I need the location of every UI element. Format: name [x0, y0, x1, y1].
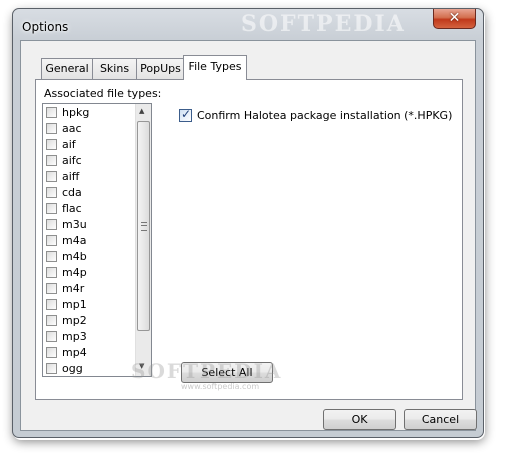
- list-item[interactable]: aac: [45, 121, 135, 137]
- file-type-checkbox[interactable]: [46, 251, 57, 262]
- tab-label: Skins: [99, 62, 130, 75]
- file-type-checkbox[interactable]: [46, 155, 57, 166]
- list-item[interactable]: m3u: [45, 217, 135, 233]
- scroll-thumb[interactable]: [137, 121, 150, 331]
- file-type-label: flac: [62, 202, 82, 215]
- file-type-checkbox[interactable]: [46, 187, 57, 198]
- watermark-center: SOFTPEDIA: [131, 359, 283, 383]
- list-item[interactable]: m4p: [45, 265, 135, 281]
- list-scrollbar[interactable]: ▲ ▼: [135, 104, 151, 376]
- file-type-checkbox[interactable]: [46, 315, 57, 326]
- list-item[interactable]: m4r: [45, 281, 135, 297]
- tab-label: File Types: [188, 60, 242, 73]
- list-item[interactable]: m4a: [45, 233, 135, 249]
- file-type-label: m3u: [62, 218, 87, 231]
- list-item[interactable]: mp1: [45, 297, 135, 313]
- list-item[interactable]: hpkg: [45, 105, 135, 121]
- file-type-label: hpkg: [62, 106, 90, 119]
- file-type-label: aac: [62, 122, 82, 135]
- list-item[interactable]: aifc: [45, 153, 135, 169]
- file-type-checkbox[interactable]: [46, 219, 57, 230]
- list-item[interactable]: m4b: [45, 249, 135, 265]
- file-type-label: mp2: [62, 314, 87, 327]
- dialog-body: General Skins PopUps File Types Associat…: [20, 40, 477, 431]
- tab-label: PopUps: [140, 62, 181, 75]
- check-icon: ✓: [181, 107, 192, 121]
- close-button[interactable]: ✕: [433, 9, 476, 29]
- list-item[interactable]: ogg: [45, 361, 135, 376]
- list-item[interactable]: mp3: [45, 329, 135, 345]
- list-item[interactable]: cda: [45, 185, 135, 201]
- options-dialog: Options SOFTPEDIA ✕ General Skins PopUps…: [12, 8, 484, 438]
- watermark-url: www.softpedia.com: [181, 382, 260, 391]
- file-type-checkbox[interactable]: [46, 363, 57, 374]
- file-type-checkbox[interactable]: [46, 331, 57, 342]
- file-type-checkbox[interactable]: [46, 171, 57, 182]
- file-type-checkbox[interactable]: [46, 299, 57, 310]
- file-type-label: m4r: [62, 282, 85, 295]
- cancel-button[interactable]: Cancel: [404, 409, 477, 430]
- list-item[interactable]: flac: [45, 201, 135, 217]
- file-type-label: aiff: [62, 170, 80, 183]
- file-type-checkbox[interactable]: [46, 347, 57, 358]
- file-type-checkbox[interactable]: [46, 267, 57, 278]
- file-type-label: aifc: [62, 154, 82, 167]
- list-item[interactable]: mp2: [45, 313, 135, 329]
- file-type-checkbox[interactable]: [46, 283, 57, 294]
- file-type-label: mp4: [62, 346, 87, 359]
- close-icon: ✕: [448, 10, 461, 26]
- ok-button[interactable]: OK: [323, 409, 396, 430]
- file-type-label: mp1: [62, 298, 87, 311]
- list-item[interactable]: aiff: [45, 169, 135, 185]
- confirm-hpkg-label: Confirm Halotea package installation (*.…: [197, 109, 453, 122]
- scroll-up-icon[interactable]: ▲: [139, 107, 144, 115]
- list-item[interactable]: aif: [45, 137, 135, 153]
- tab-popups[interactable]: PopUps: [136, 58, 185, 79]
- file-type-checkbox[interactable]: [46, 203, 57, 214]
- confirm-hpkg-checkbox[interactable]: ✓: [179, 107, 192, 122]
- file-type-label: ogg: [62, 362, 83, 375]
- file-type-checkbox[interactable]: [46, 107, 57, 118]
- file-type-checkbox[interactable]: [46, 123, 57, 134]
- file-type-checkbox[interactable]: [46, 139, 57, 150]
- file-type-label: cda: [62, 186, 82, 199]
- file-type-label: aif: [62, 138, 76, 151]
- associated-file-types-label: Associated file types:: [44, 87, 162, 100]
- tab-general[interactable]: General: [41, 58, 93, 79]
- grip-icon: [141, 222, 147, 231]
- file-types-panel: Associated file types: hpkg aac aif aifc aif…: [35, 79, 463, 400]
- window-title: Options: [22, 20, 69, 34]
- tab-file-types[interactable]: File Types: [183, 55, 247, 80]
- tab-skins[interactable]: Skins: [92, 58, 137, 79]
- file-types-list[interactable]: hpkg aac aif aifc aiff cda flac m3u m4a m4b m4p m4r…: [42, 103, 152, 377]
- title-bar[interactable]: Options SOFTPEDIA ✕: [13, 9, 483, 41]
- list-item[interactable]: mp4: [45, 345, 135, 361]
- file-type-checkbox[interactable]: [46, 235, 57, 246]
- watermark: SOFTPEDIA: [241, 11, 406, 37]
- tab-label: General: [45, 62, 89, 75]
- file-type-label: m4a: [62, 234, 87, 247]
- file-type-label: mp3: [62, 330, 87, 343]
- file-type-label: m4p: [62, 266, 87, 279]
- file-type-label: m4b: [62, 250, 87, 263]
